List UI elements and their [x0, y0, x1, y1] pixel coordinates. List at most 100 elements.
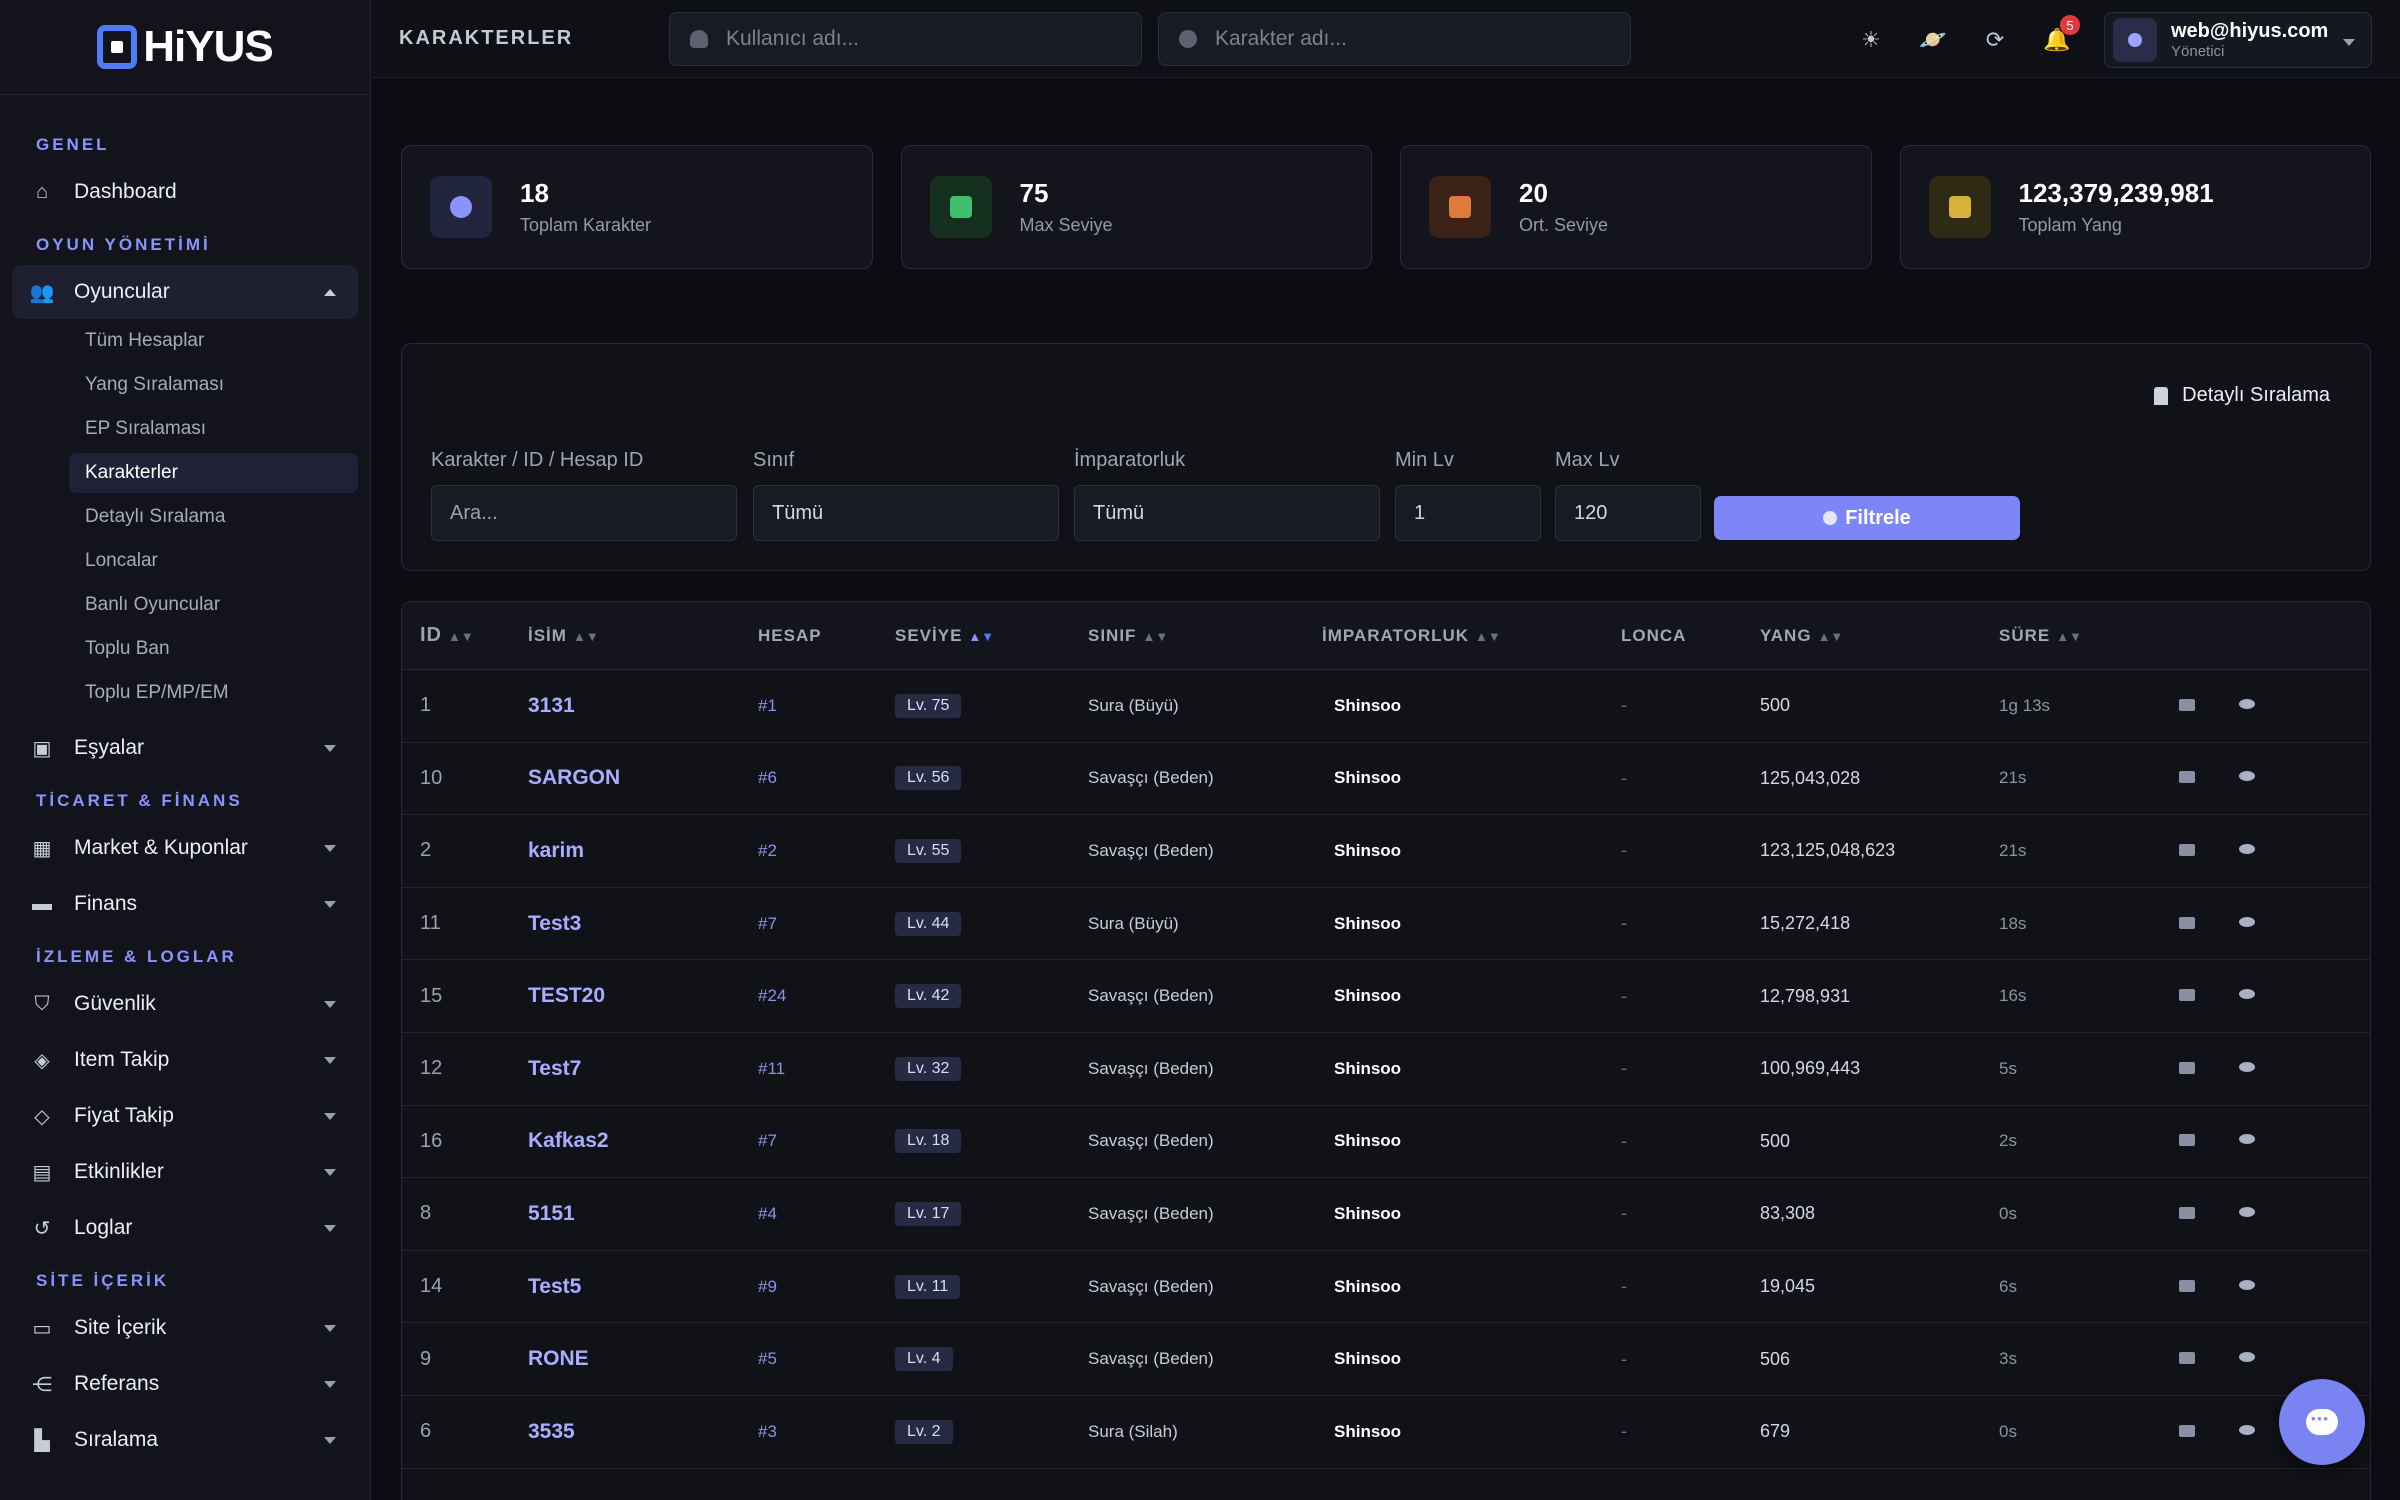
cell-account[interactable]: #11: [758, 1059, 895, 1079]
id-card-icon[interactable]: [2179, 1424, 2195, 1437]
sidebar-item-events[interactable]: ▤ Etkinlikler: [12, 1145, 358, 1199]
table-row[interactable]: 1 3131 #1 Lv. 75 Sura (Büyü) Shinsoo - 500 1g 13…: [402, 670, 2370, 743]
eye-icon[interactable]: [2239, 989, 2255, 1000]
cell-account[interactable]: #1: [758, 696, 895, 716]
eye-icon[interactable]: [2239, 1134, 2255, 1145]
eye-icon[interactable]: [2239, 1061, 2255, 1072]
sidebar-subitem-characters[interactable]: Karakterler: [69, 453, 358, 493]
sidebar-item-price-tracking[interactable]: ◇ Fiyat Takip: [12, 1089, 358, 1143]
min-level-input[interactable]: 1: [1395, 485, 1541, 541]
sidebar-item-items[interactable]: ▣ Eşyalar: [12, 721, 358, 775]
cell-account[interactable]: #7: [758, 1131, 895, 1151]
cell-name[interactable]: RONE: [528, 1347, 758, 1371]
table-row[interactable]: 2 karim #2 Lv. 55 Savaşçı (Beden) Shinsoo - 123…: [402, 815, 2370, 888]
cell-name[interactable]: 3131: [528, 694, 758, 718]
detailed-ranking-link[interactable]: Detaylı Sıralama: [2154, 384, 2330, 407]
max-level-input[interactable]: 120: [1555, 485, 1701, 541]
cell-account[interactable]: #9: [758, 1277, 895, 1297]
sidebar-subitem-bulk-ep[interactable]: Toplu EP/MP/EM: [69, 673, 358, 713]
sidebar-item-security[interactable]: ⛉ Güvenlik: [12, 977, 358, 1031]
column-name[interactable]: İSİM ▲▼: [528, 626, 758, 646]
search-field-input[interactable]: Ara...: [431, 485, 737, 541]
sidebar-item-item-tracking[interactable]: ◈ Item Takip: [12, 1033, 358, 1087]
cell-account[interactable]: #7: [758, 914, 895, 934]
cell-name[interactable]: Test7: [528, 1057, 758, 1081]
eye-icon[interactable]: [2239, 1206, 2255, 1217]
eye-icon[interactable]: [2239, 698, 2255, 709]
chat-button[interactable]: [2279, 1379, 2365, 1465]
sidebar-subitem-all-accounts[interactable]: Tüm Hesaplar: [69, 321, 358, 361]
id-card-icon[interactable]: [2179, 1061, 2195, 1074]
id-card-icon[interactable]: [2179, 1134, 2195, 1147]
cell-name[interactable]: 3535: [528, 1420, 758, 1444]
cell-name[interactable]: karim: [528, 839, 758, 863]
eye-icon[interactable]: [2239, 916, 2255, 927]
eye-icon[interactable]: [2239, 1279, 2255, 1290]
sun-icon[interactable]: ☀: [1856, 25, 1886, 55]
brand-logo[interactable]: HiYUS: [0, 0, 370, 95]
refresh-icon[interactable]: ⟳: [1980, 25, 2010, 55]
table-row[interactable]: 12 Test7 #11 Lv. 32 Savaşçı (Beden) Shinsoo - 1…: [402, 1033, 2370, 1106]
table-row[interactable]: 16 Kafkas2 #7 Lv. 18 Savaşçı (Beden) Shinsoo -…: [402, 1106, 2370, 1179]
sidebar-item-ranking[interactable]: ▙ Sıralama: [12, 1413, 358, 1467]
cell-account[interactable]: #3: [758, 1422, 895, 1442]
column-empire[interactable]: İMPARATORLUK ▲▼: [1322, 626, 1621, 646]
sidebar-item-finance[interactable]: ▬ Finans: [12, 877, 358, 931]
id-card-icon[interactable]: [2179, 771, 2195, 784]
sidebar-subitem-ep-ranking[interactable]: EP Sıralaması: [69, 409, 358, 449]
cell-account[interactable]: #24: [758, 986, 895, 1006]
user-menu[interactable]: web@hiyus.com Yönetici: [2104, 12, 2372, 68]
eye-icon[interactable]: [2239, 1424, 2255, 1435]
table-row[interactable]: 8 5151 #4 Lv. 17 Savaşçı (Beden) Shinsoo - 83,3…: [402, 1178, 2370, 1251]
planet-icon[interactable]: 🪐: [1918, 25, 1948, 55]
character-search-input[interactable]: Karakter adı...: [1158, 11, 1631, 66]
eye-icon[interactable]: [2239, 1352, 2255, 1363]
class-select[interactable]: Tümü: [753, 485, 1059, 541]
cell-name[interactable]: TEST20: [528, 984, 758, 1008]
sidebar-subitem-yang-ranking[interactable]: Yang Sıralaması: [69, 365, 358, 405]
sidebar-subitem-banned-players[interactable]: Banlı Oyuncular: [69, 585, 358, 625]
id-card-icon[interactable]: [2179, 1206, 2195, 1219]
cell-name[interactable]: Kafkas2: [528, 1129, 758, 1153]
table-row[interactable]: 9 RONE #5 Lv. 4 Savaşçı (Beden) Shinsoo - 506 3s: [402, 1323, 2370, 1396]
empire-select[interactable]: Tümü: [1074, 485, 1380, 541]
id-card-icon[interactable]: [2179, 1352, 2195, 1365]
column-class[interactable]: SINIF ▲▼: [1088, 626, 1322, 646]
cell-account[interactable]: #5: [758, 1349, 895, 1369]
cell-name[interactable]: SARGON: [528, 766, 758, 790]
sidebar-subitem-detailed-ranking[interactable]: Detaylı Sıralama: [69, 497, 358, 537]
column-level[interactable]: SEVİYE ▲▼: [895, 626, 1088, 646]
sidebar-item-references[interactable]: ⋲ Referans: [12, 1357, 358, 1411]
cell-account[interactable]: #6: [758, 768, 895, 788]
user-search-input[interactable]: Kullanıcı adı...: [669, 11, 1142, 66]
column-time[interactable]: SÜRE ▲▼: [1999, 626, 2179, 646]
table-row[interactable]: 10 SARGON #6 Lv. 56 Savaşçı (Beden) Shinsoo - 1…: [402, 743, 2370, 816]
cell-name[interactable]: Test5: [528, 1275, 758, 1299]
id-card-icon[interactable]: [2179, 1279, 2195, 1292]
column-yang[interactable]: YANG ▲▼: [1760, 626, 1999, 646]
table-row[interactable]: 6 3535 #3 Lv. 2 Sura (Silah) Shinsoo - 679 0s: [402, 1396, 2370, 1469]
id-card-icon[interactable]: [2179, 989, 2195, 1002]
id-card-icon[interactable]: [2179, 698, 2195, 711]
cell-account[interactable]: #2: [758, 841, 895, 861]
table-row[interactable]: 14 Test5 #9 Lv. 11 Savaşçı (Beden) Shinsoo - 19…: [402, 1251, 2370, 1324]
sidebar-item-site-content[interactable]: ▭ Site İçerik: [12, 1301, 358, 1355]
sidebar-subitem-guilds[interactable]: Loncalar: [69, 541, 358, 581]
table-row[interactable]: 11 Test3 #7 Lv. 44 Sura (Büyü) Shinsoo - 15,272…: [402, 888, 2370, 961]
cell-name[interactable]: 5151: [528, 1202, 758, 1226]
eye-icon[interactable]: [2239, 843, 2255, 854]
id-card-icon[interactable]: [2179, 916, 2195, 929]
filter-button[interactable]: Filtrele: [1714, 496, 2020, 540]
sidebar-item-market[interactable]: ▦ Market & Kuponlar: [12, 821, 358, 875]
sidebar-item-dashboard[interactable]: ⌂ Dashboard: [12, 165, 358, 219]
column-id[interactable]: ID ▲▼: [402, 624, 528, 647]
cell-name[interactable]: Test3: [528, 912, 758, 936]
table-row[interactable]: 15 TEST20 #24 Lv. 42 Savaşçı (Beden) Shinsoo -…: [402, 960, 2370, 1033]
id-card-icon[interactable]: [2179, 843, 2195, 856]
cell-account[interactable]: #4: [758, 1204, 895, 1224]
eye-icon[interactable]: [2239, 771, 2255, 782]
sidebar-item-players[interactable]: 👥 Oyuncular: [12, 265, 358, 319]
sidebar-subitem-bulk-ban[interactable]: Toplu Ban: [69, 629, 358, 669]
bell-icon[interactable]: 🔔 5: [2042, 15, 2080, 55]
sidebar-item-logs[interactable]: ↺ Loglar: [12, 1201, 358, 1255]
